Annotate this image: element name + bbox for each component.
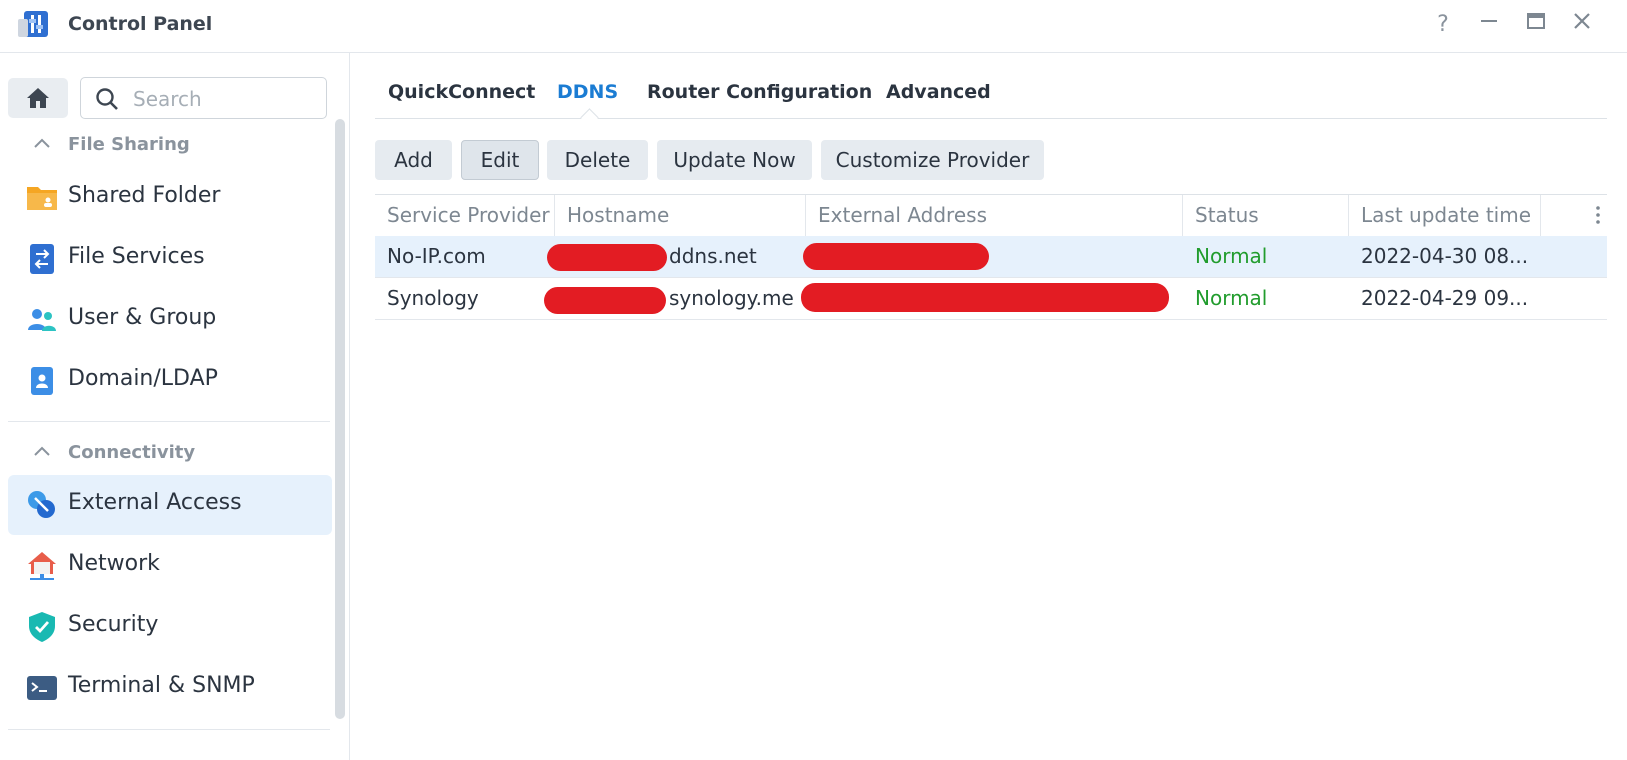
domain-icon [31,367,53,395]
section-label: File Sharing [68,134,190,155]
tab-router-configuration[interactable]: Router Configuration [647,81,872,103]
column-menu-icon[interactable] [1595,205,1601,225]
sidebar-item-user-group[interactable]: User & Group [8,290,332,350]
search-input[interactable] [131,85,315,113]
search-icon [96,88,118,110]
table-header: Service Provider Hostname External Addre… [375,194,1607,237]
sidebar-item-label: File Services [68,244,205,269]
sidebar-item-external-access[interactable]: External Access [8,475,332,535]
column-header-status[interactable]: Status [1183,195,1349,236]
customize-provider-button[interactable]: Customize Provider [821,140,1044,180]
shield-icon [29,612,55,642]
section-divider [8,729,330,730]
help-button[interactable]: ? [1428,10,1458,40]
external-access-icon [28,491,55,518]
network-icon [28,552,56,580]
title-bar: Control Panel ? [0,0,1627,53]
redaction-mark [544,287,666,314]
chevron-up-icon [34,446,50,456]
home-icon [27,88,49,108]
tab-bar: QuickConnect DDNS Router Configuration A… [375,71,1607,127]
column-header-service-provider[interactable]: Service Provider [375,195,555,236]
cell-last-update-time: 2022-04-29 09... [1361,286,1529,310]
sidebar-item-label: Terminal & SNMP [68,673,255,698]
close-button[interactable] [1567,10,1597,40]
home-button[interactable] [8,78,68,118]
minimize-button[interactable] [1474,10,1504,40]
column-header-last-update-time[interactable]: Last update time [1349,195,1541,236]
minimize-icon [1481,20,1497,22]
sidebar-scrollbar[interactable] [335,119,345,719]
search-box[interactable] [80,77,327,119]
section-label: Connectivity [68,442,196,463]
redaction-mark [801,283,1169,312]
edit-button[interactable]: Edit [461,140,539,180]
sidebar-item-label: Security [68,612,159,637]
tab-advanced[interactable]: Advanced [886,81,991,103]
chevron-up-icon [34,138,50,148]
redaction-mark [803,243,989,270]
sidebar-item-file-services[interactable]: File Services [8,229,332,289]
tab-ddns[interactable]: DDNS [557,81,618,103]
maximize-icon [1527,13,1545,29]
sidebar-item-label: Network [68,551,160,576]
file-services-icon [30,244,54,274]
section-file-sharing[interactable]: File Sharing [0,128,330,164]
sidebar-item-network[interactable]: Network [8,536,332,596]
sidebar-item-label: Shared Folder [68,183,221,208]
users-icon [28,309,56,331]
control-panel-icon [18,11,48,37]
maximize-button[interactable] [1521,10,1551,40]
section-divider [8,421,330,422]
redaction-mark [547,244,667,271]
tab-quickconnect[interactable]: QuickConnect [388,81,535,103]
sidebar: File Sharing Shared Folder File Services… [0,53,350,760]
cell-status: Normal [1195,286,1268,310]
cell-status: Normal [1195,244,1268,268]
cell-last-update-time: 2022-04-30 08... [1361,244,1529,268]
cell-hostname: synology.me [669,286,794,310]
sidebar-item-terminal-snmp[interactable]: Terminal & SNMP [8,658,332,718]
column-header-external-address[interactable]: External Address [806,195,1183,236]
main-panel: QuickConnect DDNS Router Configuration A… [350,53,1627,760]
sidebar-item-security[interactable]: Security [8,597,332,657]
sidebar-item-label: External Access [68,490,242,515]
column-header-hostname[interactable]: Hostname [555,195,806,236]
sidebar-item-label: User & Group [68,305,217,330]
sidebar-item-domain-ldap[interactable]: Domain/LDAP [8,351,332,411]
section-connectivity[interactable]: Connectivity [0,436,330,472]
folder-icon [27,187,57,210]
sidebar-item-shared-folder[interactable]: Shared Folder [8,168,332,228]
window-title: Control Panel [68,13,213,35]
delete-button[interactable]: Delete [547,140,648,180]
terminal-icon [27,676,57,700]
table-row[interactable]: Synology synology.me Normal 2022-04-29 0… [375,278,1607,320]
close-icon [1574,13,1590,29]
cell-hostname: ddns.net [669,244,757,268]
sidebar-item-label: Domain/LDAP [68,366,218,391]
cell-service-provider: No-IP.com [387,244,486,268]
add-button[interactable]: Add [375,140,452,180]
cell-service-provider: Synology [387,286,479,310]
active-tab-indicator [580,108,599,127]
update-now-button[interactable]: Update Now [657,140,812,180]
table-row[interactable]: No-IP.com ddns.net Normal 2022-04-30 08.… [375,236,1607,278]
